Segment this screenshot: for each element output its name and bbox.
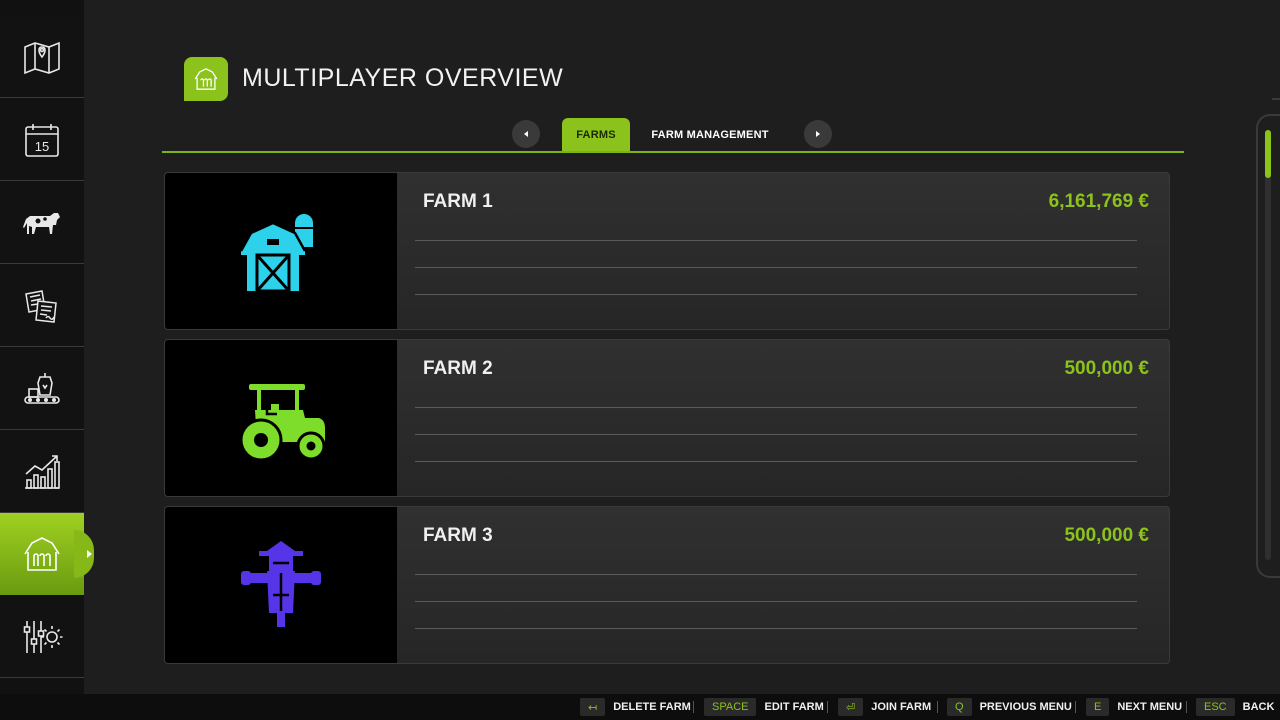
sidebar-item-settings[interactable]	[0, 596, 84, 678]
sidebar-item-contracts[interactable]	[0, 265, 84, 347]
hint-next-menu[interactable]: E NEXT MENU	[1086, 698, 1182, 716]
tab-farm-management[interactable]: FARM MANAGEMENT	[642, 118, 778, 152]
tab-underline	[162, 151, 1184, 153]
key-badge: ↤	[580, 698, 605, 716]
calendar-icon: 15	[20, 118, 64, 162]
player-slot	[415, 267, 1137, 268]
hint-back[interactable]: ESC BACK	[1196, 698, 1274, 716]
player-slot	[415, 240, 1137, 241]
divider	[1186, 701, 1187, 713]
sidebar-item-animals[interactable]	[0, 182, 84, 264]
hint-join-farm[interactable]: ⏎ JOIN FARM	[838, 698, 931, 716]
scrollbar-track[interactable]	[1265, 130, 1271, 560]
player-slot	[415, 574, 1137, 575]
scrollbar-thumb[interactable]	[1265, 130, 1271, 178]
farm-card-1[interactable]: FARM 1 6,161,769 €	[164, 172, 1170, 330]
player-slot	[415, 294, 1137, 295]
divider	[693, 701, 694, 713]
barn-icon	[20, 532, 64, 576]
tab-farms[interactable]: FARMS	[562, 118, 630, 152]
tractor-icon	[233, 370, 329, 466]
barn-icon	[192, 65, 220, 93]
player-slot	[415, 434, 1137, 435]
farm-icon-container	[165, 173, 397, 329]
divider	[827, 701, 828, 713]
farm-name: FARM 3	[423, 525, 493, 547]
player-slot	[415, 407, 1137, 408]
scarecrow-icon	[233, 537, 329, 633]
key-badge: ⏎	[838, 698, 863, 716]
production-icon	[20, 367, 64, 411]
player-slot	[415, 628, 1137, 629]
farm-icon-container	[165, 340, 397, 496]
hint-label: EDIT FARM	[764, 701, 823, 713]
farm-money: 6,161,769 €	[1049, 191, 1149, 213]
input-hint-bar: ↤ DELETE FARM SPACE EDIT FARM ⏎ JOIN FAR…	[0, 694, 1280, 720]
hint-label: JOIN FARM	[871, 701, 931, 713]
hint-label: PREVIOUS MENU	[980, 701, 1072, 713]
player-slot	[415, 601, 1137, 602]
hint-label: NEXT MENU	[1117, 701, 1182, 713]
farm-money: 500,000 €	[1064, 525, 1149, 547]
page-title: MULTIPLAYER OVERVIEW	[242, 64, 563, 93]
farm-money: 500,000 €	[1064, 358, 1149, 380]
hint-label: DELETE FARM	[613, 701, 691, 713]
contracts-icon	[20, 284, 64, 328]
cow-icon	[20, 201, 64, 245]
sidebar-item-map[interactable]	[0, 16, 84, 98]
divider	[1075, 701, 1076, 713]
farm-card-3[interactable]: FARM 3 500,000 €	[164, 506, 1170, 664]
sidebar-item-production[interactable]	[0, 348, 84, 430]
sidebar-item-statistics[interactable]	[0, 431, 84, 513]
arrow-left-icon	[524, 131, 528, 137]
farm-icon-container	[165, 507, 397, 663]
sidebar-item-multiplayer[interactable]	[0, 513, 84, 595]
calendar-day: 15	[35, 139, 49, 154]
active-indicator	[87, 550, 92, 558]
hint-label: BACK	[1243, 701, 1275, 713]
farm-card-2[interactable]: FARM 2 500,000 €	[164, 339, 1170, 497]
next-tab-button[interactable]	[804, 120, 832, 148]
page-logo	[184, 57, 228, 101]
divider	[937, 701, 938, 713]
frame-decoration	[1263, 98, 1280, 114]
key-badge: ESC	[1196, 698, 1235, 716]
hint-delete-farm[interactable]: ↤ DELETE FARM	[580, 698, 691, 716]
arrow-right-icon	[816, 131, 820, 137]
settings-icon	[20, 615, 64, 659]
barn-silo-icon	[233, 203, 329, 299]
farm-name: FARM 2	[423, 358, 493, 380]
player-slot	[415, 461, 1137, 462]
chart-icon	[20, 450, 64, 494]
hint-edit-farm[interactable]: SPACE EDIT FARM	[704, 698, 824, 716]
sidebar-item-calendar[interactable]: 15	[0, 99, 84, 181]
farm-name: FARM 1	[423, 191, 493, 213]
key-badge: Q	[947, 698, 972, 716]
sidebar: 15	[0, 0, 84, 694]
hint-previous-menu[interactable]: Q PREVIOUS MENU	[947, 698, 1072, 716]
previous-tab-button[interactable]	[512, 120, 540, 148]
key-badge: E	[1086, 698, 1109, 716]
key-badge: SPACE	[704, 698, 756, 716]
map-icon	[20, 35, 64, 79]
